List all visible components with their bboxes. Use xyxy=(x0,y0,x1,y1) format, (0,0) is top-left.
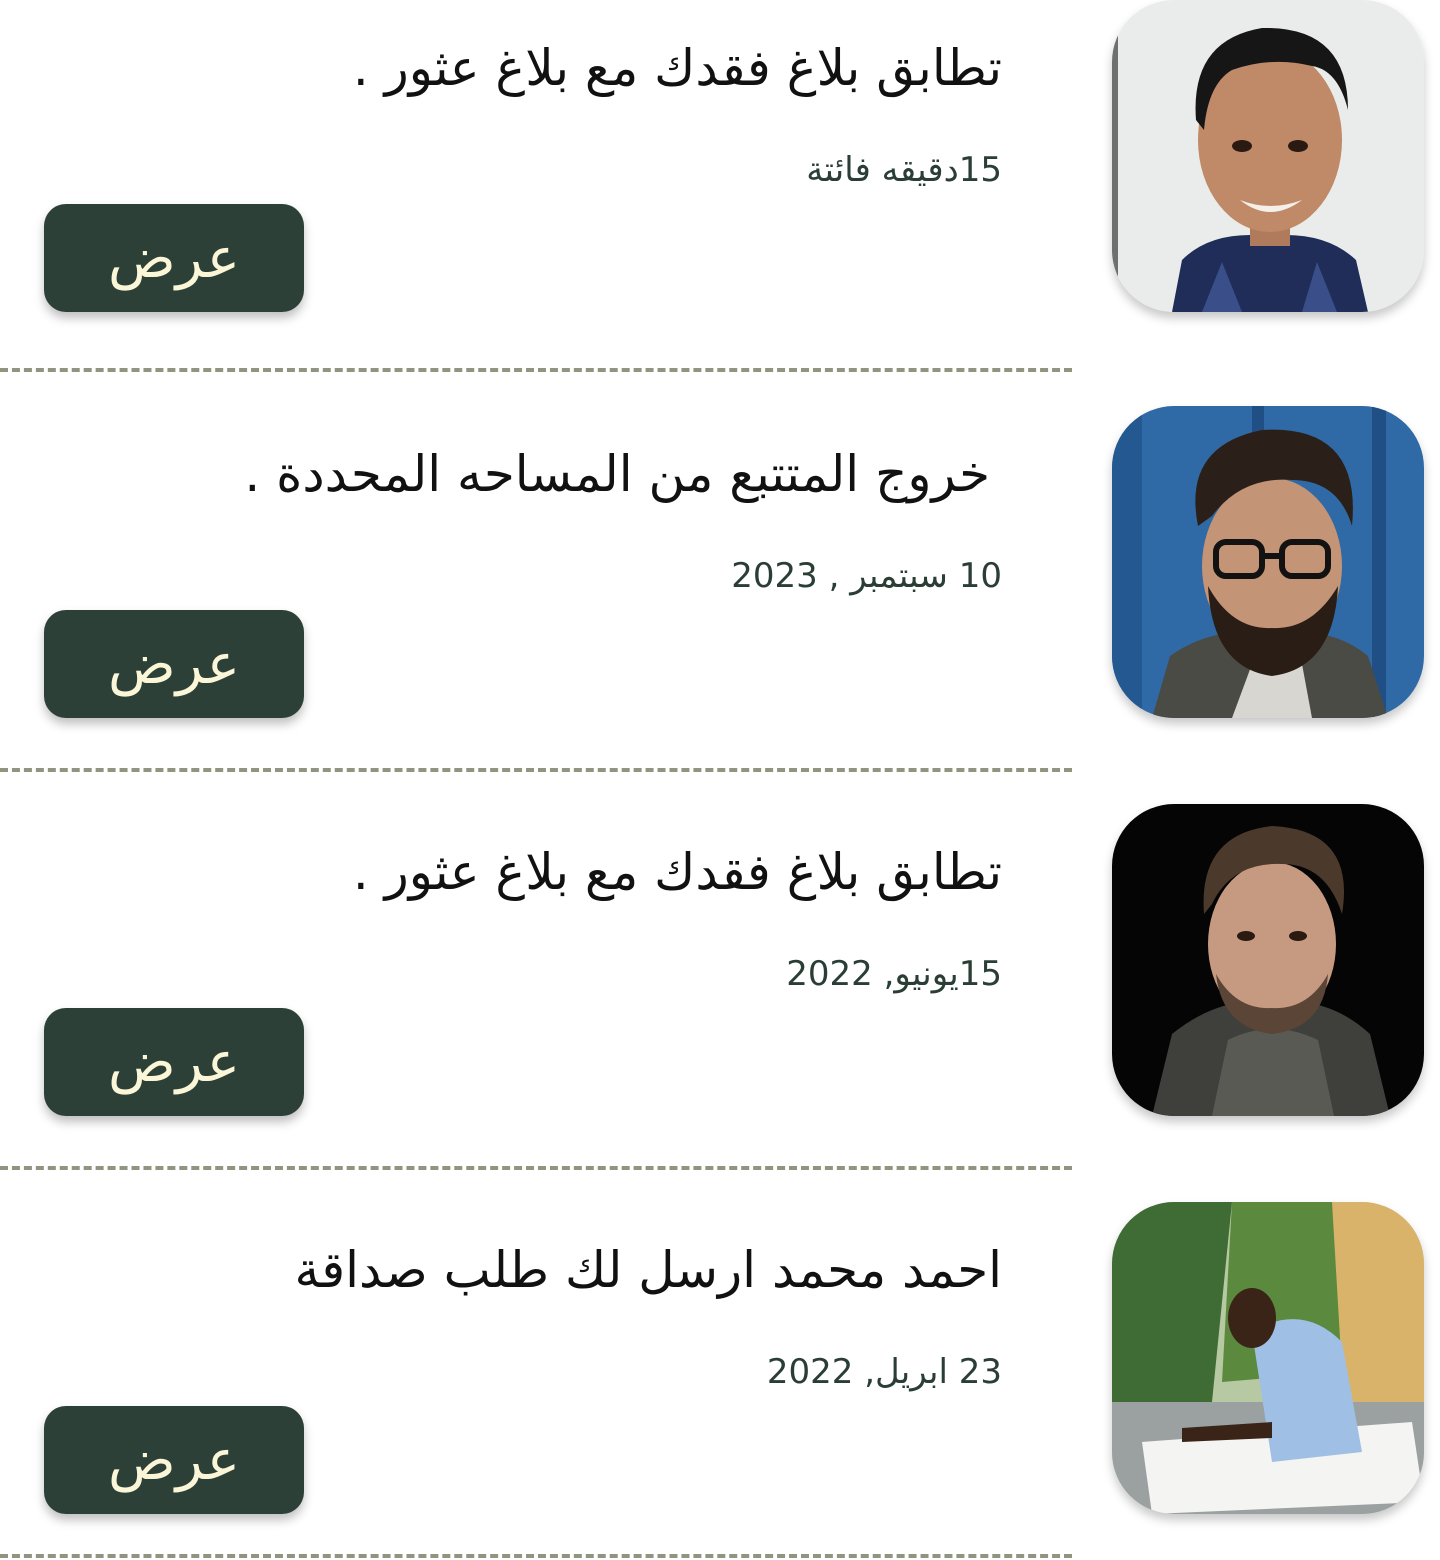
divider xyxy=(0,1554,1072,1558)
notification-item: تطابق بلاغ فقدك مع بلاغ عثور . 15دقيقه ف… xyxy=(0,0,1440,330)
notification-title: احمد محمد ارسل لك طلب صداقة xyxy=(294,1241,1002,1299)
notification-title: تطابق بلاغ فقدك مع بلاغ عثور . xyxy=(352,843,1002,901)
notification-title: خروج المتتبع من المساحه المحددة . xyxy=(244,445,990,503)
view-button[interactable]: عرض xyxy=(44,1008,304,1116)
notification-time: 15يونيو, 2022 xyxy=(786,954,1002,994)
divider xyxy=(0,768,1072,772)
man-outdoor-photo xyxy=(1112,1202,1424,1514)
notification-item: خروج المتتبع من المساحه المحددة . 10 سبت… xyxy=(0,406,1440,736)
notification-item: تطابق بلاغ فقدك مع بلاغ عثور . 15يونيو, … xyxy=(0,804,1440,1134)
view-button[interactable]: عرض xyxy=(44,1406,304,1514)
avatar xyxy=(1112,804,1424,1116)
view-button[interactable]: عرض xyxy=(44,204,304,312)
notification-time: 23 ابريل, 2022 xyxy=(766,1352,1002,1392)
divider xyxy=(0,368,1072,372)
notification-item: احمد محمد ارسل لك طلب صداقة 23 ابريل, 20… xyxy=(0,1202,1440,1532)
boy-portrait-photo xyxy=(1112,0,1424,312)
avatar xyxy=(1112,1202,1424,1514)
avatar xyxy=(1112,0,1424,312)
notification-time: 10 سبتمبر , 2023 xyxy=(731,556,1002,596)
notification-title: تطابق بلاغ فقدك مع بلاغ عثور . xyxy=(352,39,1002,97)
bearded-man-glasses-photo xyxy=(1112,406,1424,718)
view-button[interactable]: عرض xyxy=(44,610,304,718)
man-dark-background-photo xyxy=(1112,804,1424,1116)
avatar xyxy=(1112,406,1424,718)
divider xyxy=(0,1166,1072,1170)
notification-time: 15دقيقه فائتة xyxy=(806,150,1002,190)
